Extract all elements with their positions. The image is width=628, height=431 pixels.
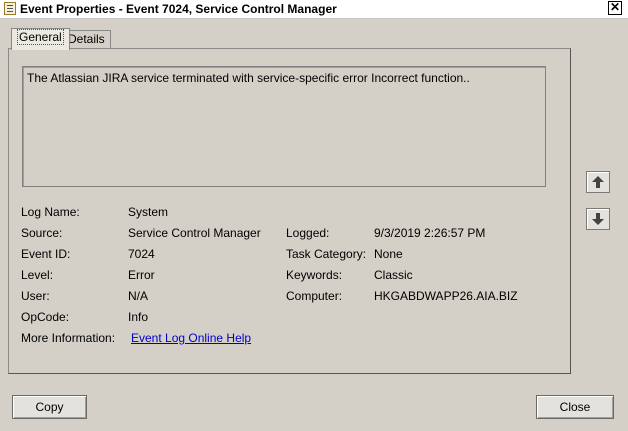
opcode-value: Info bbox=[128, 310, 149, 324]
event-id-value: 7024 bbox=[128, 247, 155, 261]
tab-details-label: Details bbox=[68, 32, 105, 46]
keywords-label: Keywords: bbox=[286, 268, 343, 282]
event-message-text: The Atlassian JIRA service terminated wi… bbox=[27, 71, 470, 85]
more-information-label: More Information: bbox=[21, 331, 116, 345]
logged-value: 9/3/2019 2:26:57 PM bbox=[374, 226, 486, 240]
tab-general[interactable]: General bbox=[11, 28, 70, 50]
task-category-label: Task Category: bbox=[286, 247, 367, 261]
user-value: N/A bbox=[128, 289, 149, 303]
arrow-down-icon bbox=[592, 213, 604, 225]
logged-label: Logged: bbox=[286, 226, 330, 240]
opcode-label: OpCode: bbox=[21, 310, 70, 324]
window-title: Event Properties - Event 7024, Service C… bbox=[20, 2, 337, 16]
event-message-box[interactable]: The Atlassian JIRA service terminated wi… bbox=[22, 66, 546, 187]
keywords-value: Classic bbox=[374, 268, 413, 282]
source-value: Service Control Manager bbox=[128, 226, 261, 240]
log-name-label: Log Name: bbox=[21, 205, 80, 219]
copy-button[interactable]: Copy bbox=[12, 395, 87, 419]
level-label: Level: bbox=[21, 268, 54, 282]
title-bar: Event Properties - Event 7024, Service C… bbox=[0, 0, 628, 19]
arrow-up-icon bbox=[592, 176, 604, 188]
event-viewer-icon bbox=[4, 2, 16, 15]
log-name-value: System bbox=[128, 205, 169, 219]
computer-value: HKGABDWAPP26.AIA.BIZ bbox=[374, 289, 518, 303]
close-window-button[interactable]: ✕ bbox=[608, 1, 622, 15]
event-id-label: Event ID: bbox=[21, 247, 71, 261]
source-label: Source: bbox=[21, 226, 63, 240]
event-log-online-help-link[interactable]: Event Log Online Help bbox=[131, 331, 251, 345]
user-label: User: bbox=[21, 289, 50, 303]
next-event-button[interactable] bbox=[586, 208, 610, 230]
level-value: Error bbox=[128, 268, 155, 282]
computer-label: Computer: bbox=[286, 289, 343, 303]
task-category-value: None bbox=[374, 247, 403, 261]
close-button[interactable]: Close bbox=[536, 395, 614, 419]
tab-general-label: General bbox=[17, 29, 64, 45]
previous-event-button[interactable] bbox=[586, 171, 610, 193]
